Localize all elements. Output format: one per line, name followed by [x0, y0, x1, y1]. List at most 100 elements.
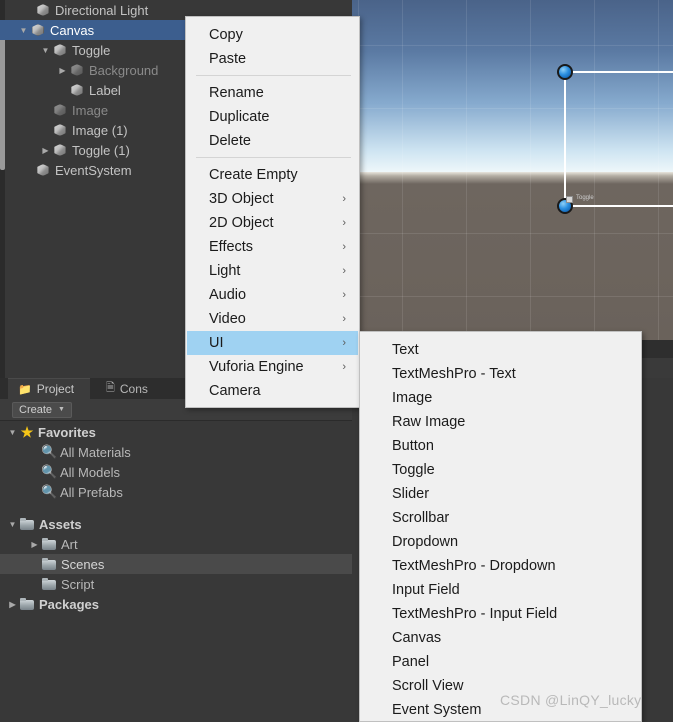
gameobject-icon — [69, 62, 85, 78]
star-icon: ★ — [20, 423, 34, 440]
submenu-item-label: Event System — [392, 702, 482, 718]
project-item-script[interactable]: Script — [0, 574, 352, 594]
menu-item-vuforia-engine[interactable]: Vuforia Engine › — [187, 355, 358, 379]
ui-submenu[interactable]: Text TextMeshPro - Text Image Raw Image Butt… — [359, 331, 642, 722]
project-item-assets[interactable]: Assets — [0, 514, 352, 534]
submenu-item-label: Slider — [392, 486, 430, 502]
menu-item-light[interactable]: Light › — [187, 259, 358, 283]
menu-item-create-empty[interactable]: Create Empty — [187, 163, 358, 187]
menu-item-video[interactable]: Video › — [187, 307, 358, 331]
menu-item-delete[interactable]: Delete — [187, 129, 358, 153]
submenu-item-label: Raw Image — [392, 414, 466, 430]
hierarchy-context-menu[interactable]: Copy Paste Rename Duplicate Delete Create Emp… — [185, 16, 360, 408]
menu-item-audio[interactable]: Audio › — [187, 283, 358, 307]
submenu-item-label: Toggle — [392, 462, 435, 478]
project-item-all-prefabs[interactable]: 🔍 All Prefabs — [0, 482, 352, 502]
submenu-item-scrollbar[interactable]: Scrollbar — [361, 506, 640, 530]
submenu-item-textmeshpro-text[interactable]: TextMeshPro - Text — [361, 362, 640, 386]
scene-grid-line — [658, 0, 659, 340]
submenu-item-dropdown[interactable]: Dropdown — [361, 530, 640, 554]
hierarchy-item-label: Image — [72, 102, 109, 118]
submenu-item-text[interactable]: Text — [361, 338, 640, 362]
twisty-spacer — [22, 160, 35, 180]
menu-item-rename[interactable]: Rename — [187, 81, 358, 105]
console-icon: 🗎 — [106, 382, 115, 394]
scene-grid-line — [352, 296, 673, 297]
scene-grid-line — [352, 233, 673, 234]
chevron-right-icon: › — [342, 217, 346, 229]
project-item-all-materials[interactable]: 🔍 All Materials — [0, 442, 352, 462]
submenu-item-image[interactable]: Image — [361, 386, 640, 410]
menu-item-label: Camera — [209, 383, 261, 399]
submenu-item-label: Canvas — [392, 630, 442, 646]
chevron-down-icon[interactable] — [17, 20, 30, 40]
gameobject-icon — [52, 42, 68, 58]
submenu-item-slider[interactable]: Slider — [361, 482, 640, 506]
rect-handle-top[interactable] — [557, 64, 573, 80]
chevron-down-icon[interactable] — [39, 40, 52, 60]
menu-separator — [196, 75, 351, 76]
hierarchy-item-label: Toggle — [72, 42, 111, 58]
magnifier-icon: 🔍 — [41, 444, 58, 459]
chevron-down-icon[interactable] — [6, 422, 19, 442]
project-item-label: All Materials — [60, 444, 131, 460]
chevron-right-icon[interactable] — [39, 140, 52, 160]
submenu-item-toggle[interactable]: Toggle — [361, 458, 640, 482]
tab-console[interactable]: 🗎 Cons — [96, 378, 176, 399]
submenu-item-button[interactable]: Button — [361, 434, 640, 458]
scene-sky — [352, 0, 673, 172]
menu-item-label: Vuforia Engine — [209, 359, 304, 375]
chevron-right-icon: › — [342, 337, 346, 349]
selection-rect-bottom — [564, 205, 673, 207]
menu-item-label: UI — [209, 335, 224, 351]
scene-grid-line — [402, 0, 403, 340]
chevron-right-icon: › — [342, 241, 346, 253]
submenu-item-label: Scrollbar — [392, 510, 450, 526]
folder-icon — [19, 597, 35, 611]
chevron-right-icon[interactable] — [56, 60, 69, 80]
submenu-item-panel[interactable]: Panel — [361, 650, 640, 674]
project-item-label: All Models — [60, 464, 120, 480]
submenu-item-raw-image[interactable]: Raw Image — [361, 410, 640, 434]
project-item-art[interactable]: Art — [0, 534, 352, 554]
menu-item-paste[interactable]: Paste — [187, 47, 358, 71]
menu-item-effects[interactable]: Effects › — [187, 235, 358, 259]
menu-item-2d-object[interactable]: 2D Object › — [187, 211, 358, 235]
chevron-right-icon[interactable] — [28, 534, 41, 554]
submenu-item-textmeshpro-input-field[interactable]: TextMeshPro - Input Field — [361, 602, 640, 626]
submenu-item-canvas[interactable]: Canvas — [361, 626, 640, 650]
menu-item-label: 2D Object — [209, 215, 274, 231]
chevron-down-icon[interactable] — [6, 514, 19, 534]
menu-item-label: Effects — [209, 239, 254, 255]
menu-item-copy[interactable]: Copy — [187, 23, 358, 47]
project-tree: ★Favorites🔍All Materials🔍All Models🔍All … — [0, 422, 352, 722]
menu-item-label: Copy — [209, 27, 243, 43]
menu-item-3d-object[interactable]: 3D Object › — [187, 187, 358, 211]
submenu-item-label: TextMeshPro - Text — [392, 366, 516, 382]
project-item-all-models[interactable]: 🔍 All Models — [0, 462, 352, 482]
menu-item-label: Paste — [209, 51, 247, 67]
hierarchy-item-label: Background — [89, 62, 159, 78]
menu-item-duplicate[interactable]: Duplicate — [187, 105, 358, 129]
tab-project[interactable]: 📁 Project — [8, 378, 90, 399]
chevron-right-icon: › — [342, 289, 346, 301]
project-item-favorites[interactable]: ★Favorites — [0, 422, 352, 442]
scene-view[interactable]: Toggle — [352, 0, 673, 340]
create-button[interactable]: Create ▼ — [12, 401, 72, 418]
menu-item-ui[interactable]: UI › — [187, 331, 358, 355]
project-item-packages[interactable]: Packages — [0, 594, 352, 614]
submenu-item-input-field[interactable]: Input Field — [361, 578, 640, 602]
submenu-item-label: Button — [392, 438, 434, 454]
project-item-scenes[interactable]: Scenes — [0, 554, 352, 574]
hierarchy-item-label: Canvas — [50, 22, 95, 38]
submenu-item-textmeshpro-dropdown[interactable]: TextMeshPro - Dropdown — [361, 554, 640, 578]
twisty-spacer — [28, 462, 41, 482]
project-item-label: Art — [61, 536, 78, 552]
menu-item-camera[interactable]: Camera — [187, 379, 358, 403]
twisty-spacer — [56, 80, 69, 100]
twisty-spacer — [28, 442, 41, 462]
scene-grid-line — [530, 0, 531, 340]
submenu-item-label: Panel — [392, 654, 430, 670]
chevron-right-icon[interactable] — [6, 594, 19, 614]
scene-grid-line — [466, 0, 467, 340]
